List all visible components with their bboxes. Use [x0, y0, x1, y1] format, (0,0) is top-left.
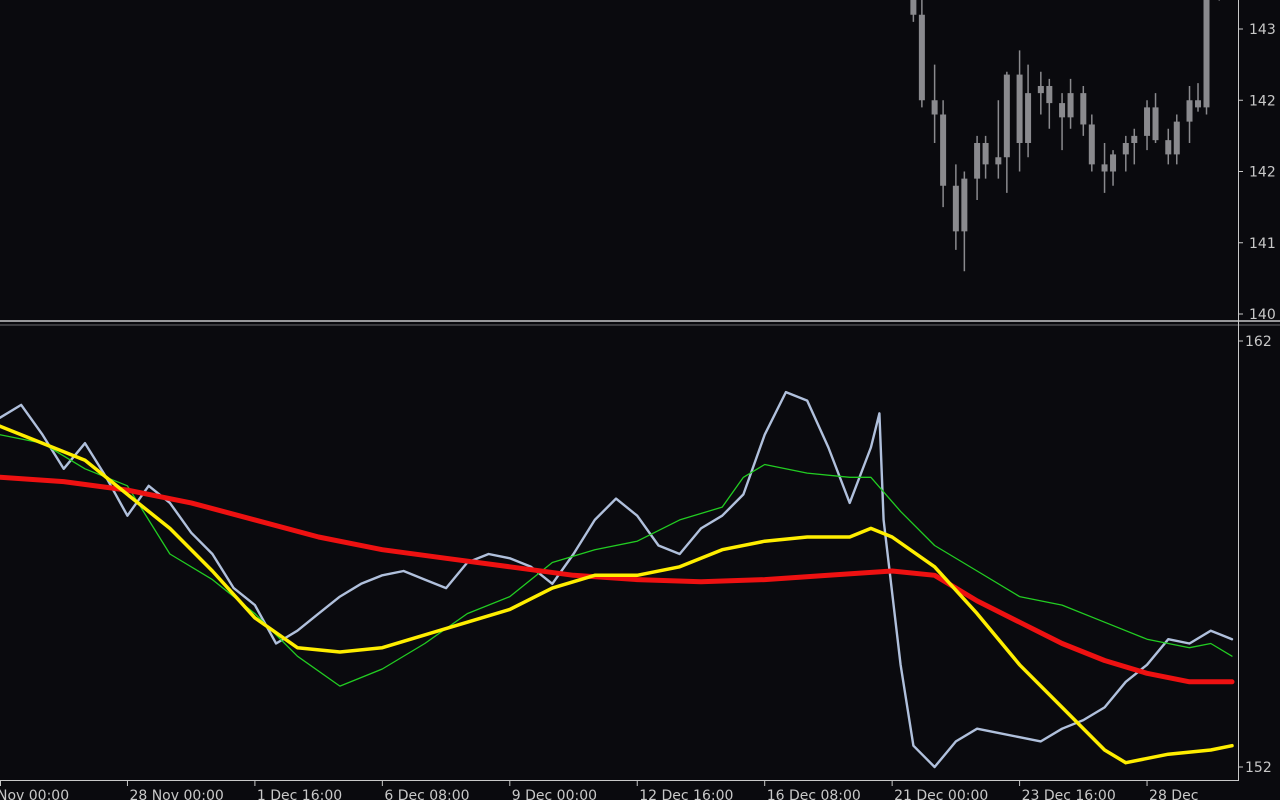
indicator-y-tick-label: 162 [1245, 334, 1272, 350]
candle-body [1088, 124, 1095, 165]
candle-body [918, 14, 925, 101]
candle-body [1101, 164, 1108, 172]
candle-body [1152, 107, 1159, 141]
price-y-tick-label: 143 [1249, 22, 1276, 38]
candle-body [1080, 93, 1087, 125]
x-tick-label: 1 Dec 16:00 [257, 788, 342, 800]
candle-body [931, 100, 938, 115]
candle-body [974, 143, 981, 179]
x-tick-label: 16 Dec 08:00 [767, 788, 861, 800]
candle-body [952, 185, 959, 232]
chart-background [0, 0, 1280, 800]
candle-body [1067, 93, 1074, 118]
x-tick-label: 6 Dec 08:00 [384, 788, 469, 800]
price-y-tick-label: 142 [1249, 93, 1276, 109]
x-tick-label: 23 Dec 16:00 [1022, 788, 1116, 800]
candle-body [982, 143, 989, 165]
candle-body [1173, 121, 1180, 155]
candle-body [1059, 103, 1066, 118]
price-y-tick-label: 140 [1249, 307, 1276, 323]
candle-body [1003, 74, 1010, 158]
candle-body [1025, 93, 1032, 143]
candle-body [1046, 86, 1053, 104]
chart-area: 143 142 142 141 140 162 152 Nov 00:00 28 Nov 0… [0, 0, 1280, 800]
candle-body [1122, 143, 1129, 155]
candle-body [1144, 107, 1151, 136]
price-y-tick-label: 141 [1249, 236, 1276, 252]
candle-body [940, 114, 947, 186]
indicator-y-tick-label: 152 [1245, 760, 1272, 776]
price-y-tick-label: 142 [1249, 165, 1276, 181]
candle-body [1016, 74, 1023, 143]
candle-body [995, 157, 1002, 165]
candle-body [1110, 154, 1117, 172]
candle-body [1037, 86, 1044, 94]
candle-body [910, 0, 917, 15]
candle-body [1195, 100, 1202, 108]
x-tick-label: Nov 00:00 [0, 788, 69, 800]
x-tick-label: 21 Dec 00:00 [894, 788, 988, 800]
candle-body [1165, 140, 1172, 155]
x-tick-label: 28 Nov 00:00 [129, 788, 223, 800]
x-tick-label: 12 Dec 16:00 [639, 788, 733, 800]
candle-body [1203, 0, 1210, 108]
candle-body [1131, 135, 1138, 143]
candle-body [1186, 100, 1193, 122]
candle-body [961, 178, 968, 232]
x-tick-label: 28 Dec [1149, 788, 1198, 800]
x-tick-label: 9 Dec 00:00 [512, 788, 597, 800]
